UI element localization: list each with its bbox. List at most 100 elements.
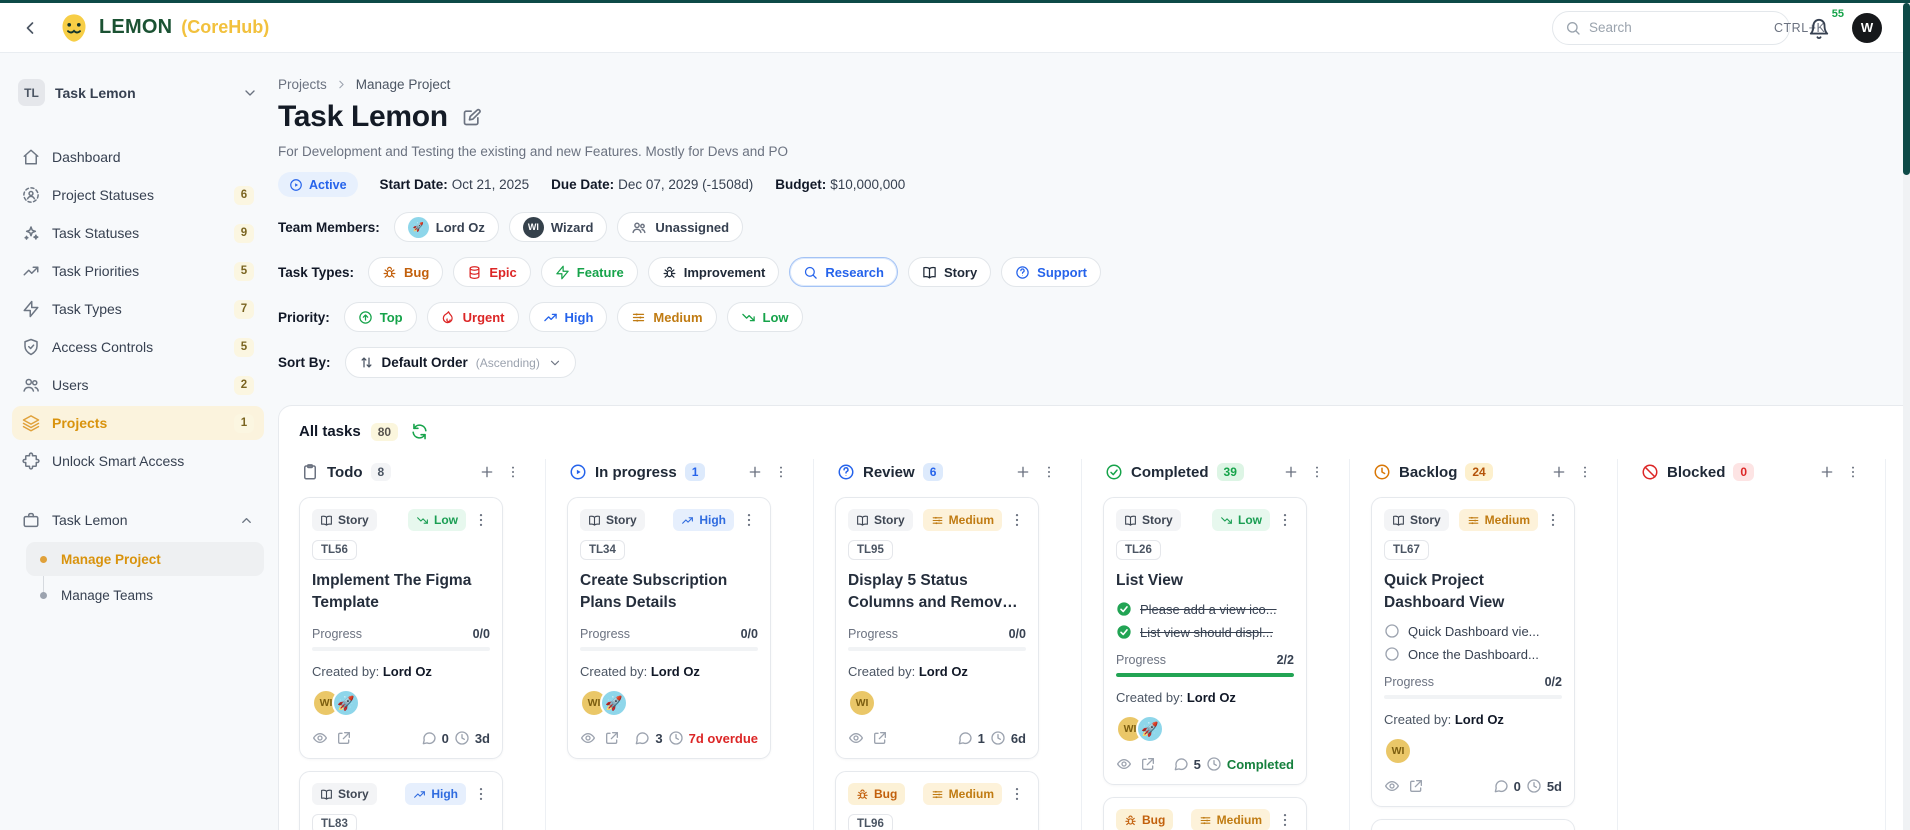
priority-chip-medium[interactable]: Medium [617,302,717,332]
priority-chip-low[interactable]: Low [726,302,803,332]
sidebar-item-projects[interactable]: Projects 1 [12,406,264,440]
task-card-TL66[interactable]: BugMediumTL66Organization name in the [1103,797,1307,830]
lane-menu-button[interactable] [1842,461,1864,483]
checklist-item[interactable]: List view should displ... [1116,624,1294,640]
card-menu-icon[interactable] [472,511,490,529]
priority-chip-top[interactable]: Top [343,302,417,332]
task-card-TL26[interactable]: Story Low TL26 List View Please add a view i… [1103,497,1307,785]
card-menu-icon[interactable] [1276,511,1294,529]
team-member-chip-wizard[interactable]: WI Wizard [508,212,608,242]
task-card-TL67[interactable]: Story Medium TL67 Quick Project Dashboard V… [1371,497,1575,807]
task-card-TL95[interactable]: Story Medium TL95 Display 5 Status Columns … [835,497,1039,759]
sidebar-item-task-priorities[interactable]: Task Priorities 5 [12,254,264,288]
sidebar-item-task-types[interactable]: Task Types 7 [12,292,264,326]
task-card-TL96[interactable]: BugMediumTL96Search Functionality Error [835,771,1039,830]
sidebar-item-users[interactable]: Users 2 [12,368,264,402]
sort-direction: (Ascending) [475,355,540,370]
sidebar-item-unlock-smart-access[interactable]: Unlock Smart Access [12,444,264,478]
global-search[interactable]: CTRL+K [1552,10,1825,45]
assignee-avatar-wi[interactable]: WI [1384,737,1412,765]
eye-icon[interactable] [580,730,596,746]
external-link-icon[interactable] [872,730,888,746]
add-task-button[interactable] [1816,461,1838,483]
task-card-TL87[interactable]: StoryLowTL87 [1371,819,1575,830]
search-input[interactable] [1589,20,1766,35]
lane-menu-button[interactable] [1038,461,1060,483]
team-member-chip-unassigned[interactable]: Unassigned [617,212,744,242]
assignee-avatar-wi[interactable]: WI [848,689,876,717]
external-link-icon[interactable] [604,730,620,746]
card-menu-icon[interactable] [1008,511,1026,529]
task-card-TL56[interactable]: Story Low TL56 Implement The Figma Template… [299,497,503,759]
app-logo[interactable]: LEMON (CoreHub) [58,12,269,44]
lane-menu-button[interactable] [770,461,792,483]
sidebar-item-task-statuses[interactable]: Task Statuses 9 [12,216,264,250]
sidebar-item-dashboard[interactable]: Dashboard [12,140,264,174]
lane-menu-button[interactable] [1306,461,1328,483]
lane-menu-button[interactable] [502,461,524,483]
card-id-badge: TL95 [848,540,893,560]
eye-icon[interactable] [848,730,864,746]
card-menu-icon[interactable] [740,511,758,529]
assignee-avatar-rocket[interactable]: 🚀 [600,689,628,717]
task-type-chip-support[interactable]: Support [1001,257,1101,287]
external-link-icon[interactable] [336,730,352,746]
card-menu-icon[interactable] [1008,785,1026,803]
task-type-chip-research[interactable]: Research [789,257,898,287]
breadcrumb-manage-project[interactable]: Manage Project [356,77,451,92]
back-button[interactable] [16,14,44,42]
task-type-chip-bug[interactable]: Bug [368,257,444,287]
progress-value: 2/2 [1276,653,1294,667]
user-avatar[interactable]: W [1852,12,1882,43]
sidebar-subitem-manage-project[interactable]: Manage Project [26,542,264,576]
task-type-chip-story[interactable]: Story [907,257,992,287]
add-task-button[interactable] [1012,461,1034,483]
status-badge[interactable]: Active [278,172,358,197]
external-link-icon[interactable] [1140,756,1156,772]
team-member-chip-lord-oz[interactable]: 🚀 Lord Oz [393,212,499,242]
lane-menu-button[interactable] [1574,461,1596,483]
vertical-scrollbar-track[interactable] [1903,3,1910,830]
card-menu-icon[interactable] [472,785,490,803]
task-type-chip-improvement[interactable]: Improvement [647,257,780,287]
task-type-chip-epic[interactable]: Epic [453,257,531,287]
eye-icon[interactable] [1384,778,1400,794]
card-menu-icon[interactable] [1276,811,1294,829]
edit-title-icon[interactable] [462,107,482,127]
checklist-item[interactable]: Please add a view ico... [1116,601,1294,617]
card-menu-icon[interactable] [1544,511,1562,529]
sort-dropdown[interactable]: Default Order (Ascending) [344,347,576,378]
assignee-avatar-rocket[interactable]: 🚀 [332,689,360,717]
all-tasks-count: 80 [370,422,399,441]
add-task-button[interactable] [744,461,766,483]
vertical-scrollbar-thumb[interactable] [1903,3,1910,175]
external-link-icon[interactable] [1408,778,1424,794]
assignee-avatar-rocket[interactable]: 🚀 [1136,715,1164,743]
checklist-item[interactable]: Once the Dashboard... [1384,646,1562,662]
checklist-item[interactable]: Quick Dashboard vie... [1384,623,1562,639]
refresh-icon[interactable] [410,422,429,441]
users-icon [22,376,40,394]
project-switcher[interactable]: TL Task Lemon [12,75,264,110]
task-card-TL83[interactable]: StoryHighTL83Access Controls Permission [299,771,503,830]
card-type-chip: Story [1384,509,1449,531]
breadcrumb-projects[interactable]: Projects [278,77,327,92]
sidebar-section-task-lemon[interactable]: Task Lemon [12,504,264,536]
kebab-icon [505,464,521,480]
task-card-TL34[interactable]: Story High TL34 Create Subscription Plans D… [567,497,771,759]
sidebar-item-project-statuses[interactable]: Project Statuses 6 [12,178,264,212]
add-task-button[interactable] [476,461,498,483]
sidebar-item-label: Projects [52,415,108,431]
add-task-button[interactable] [1280,461,1302,483]
add-task-button[interactable] [1548,461,1570,483]
sidebar-subitem-manage-teams[interactable]: Manage Teams [26,578,264,612]
task-type-chip-feature[interactable]: Feature [540,257,638,287]
priority-chip-urgent[interactable]: Urgent [426,302,519,332]
plus-icon [1283,464,1299,480]
eye-icon[interactable] [312,730,328,746]
priority-chip-high[interactable]: High [528,302,608,332]
lane-backlog: Backlog 24 Story Medium TL67 Quick Project Da… [1371,459,1618,830]
notifications-button[interactable]: 55 [1808,8,1844,41]
sidebar-item-access-controls[interactable]: Access Controls 5 [12,330,264,364]
eye-icon[interactable] [1116,756,1132,772]
